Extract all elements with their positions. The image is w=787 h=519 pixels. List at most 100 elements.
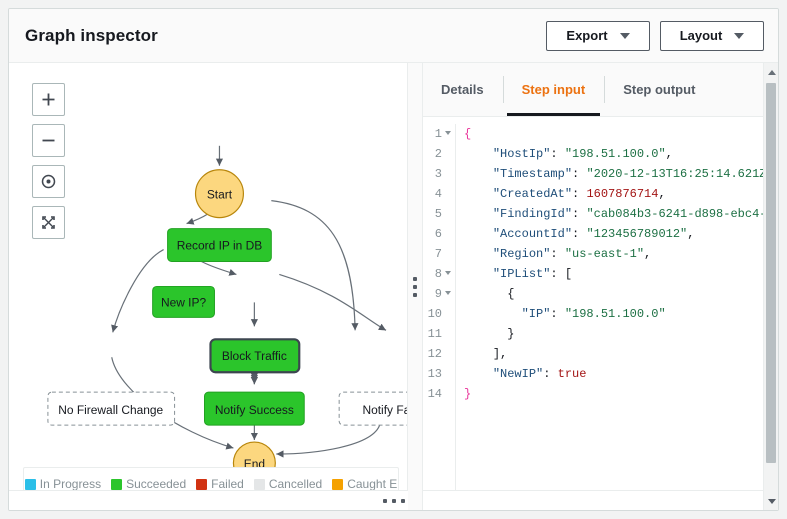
code-line: }: [464, 324, 770, 344]
code-line: {: [464, 284, 770, 304]
code-token: "Region": [492, 247, 551, 261]
graph-node-notify-fail[interactable]: Notify Fail: [338, 391, 407, 426]
code-line: "Region": "us-east-1",: [464, 244, 770, 264]
line-number: 5: [434, 207, 442, 221]
zoom-out-button[interactable]: [32, 124, 65, 157]
fullscreen-button[interactable]: [32, 206, 65, 239]
graph-panel[interactable]: Start Record IP in DB New IP? Block Traf…: [9, 63, 408, 510]
detail-panel: Details Step input Step output 123456789…: [408, 63, 778, 510]
code-token: ,: [687, 227, 695, 241]
legend-item-in-progress: In Progress: [24, 477, 102, 491]
graph-node-notify-success[interactable]: Notify Success: [204, 391, 305, 426]
tab-step-output[interactable]: Step output: [604, 63, 714, 116]
target-icon: [41, 174, 56, 189]
code-token: :: [550, 267, 565, 281]
graph-node-start[interactable]: Start: [194, 169, 245, 219]
fold-toggle-icon[interactable]: [445, 291, 451, 295]
code-viewer[interactable]: 1 2 3 4 5 6 7 8 9 10 11 12 13 14 { "HostIp": "198.51.…: [422, 117, 770, 510]
code-token: :: [572, 207, 587, 221]
fold-toggle-icon[interactable]: [445, 131, 451, 135]
legend-item-failed: Failed: [196, 477, 244, 491]
legend-label: In Progress: [39, 477, 102, 491]
code-token: "Timestamp": [492, 167, 573, 181]
drag-handle-icon: [413, 277, 417, 297]
line-number: 3: [434, 167, 442, 181]
zoom-in-button[interactable]: [32, 83, 65, 116]
code-token: "IPList": [492, 267, 551, 281]
tab-step-input[interactable]: Step input: [502, 63, 605, 116]
fold-toggle-icon[interactable]: [445, 271, 451, 275]
code-token: "FindingId": [492, 207, 573, 221]
code-token: [: [564, 267, 573, 281]
line-number: 14: [427, 387, 442, 401]
code-token: 1607876714: [586, 187, 659, 201]
code-line: ],: [464, 344, 770, 364]
graph-inspector-window: Graph inspector Export Layout Start Reco…: [8, 8, 779, 511]
graph-node-new-ip[interactable]: New IP?: [152, 285, 215, 318]
code-token: ],: [492, 347, 508, 361]
export-button[interactable]: Export: [546, 20, 650, 51]
code-token: {: [464, 127, 472, 141]
triangle-up-icon: [767, 70, 776, 75]
workflow-graph[interactable]: Start Record IP in DB New IP? Block Traf…: [9, 63, 407, 510]
code-line: "FindingId": "cab084b3-6241-d898-ebc4-8a…: [464, 204, 770, 224]
scroll-down-button[interactable]: [764, 494, 778, 509]
code-line: }: [464, 384, 770, 404]
graph-node-record-ip[interactable]: Record IP in DB: [167, 228, 272, 262]
code-token: "NewIP": [492, 367, 544, 381]
graph-node-label: Start: [207, 188, 233, 202]
code-token: "198.51.100.0": [564, 147, 666, 161]
legend-swatch: [253, 478, 265, 490]
chevron-down-icon: [734, 32, 745, 39]
zoom-controls: [32, 83, 65, 239]
line-number: 7: [434, 247, 442, 261]
line-number: 12: [427, 347, 442, 361]
graph-node-no-firewall-change[interactable]: No Firewall Change: [47, 391, 176, 426]
panel-splitter-horizontal[interactable]: [9, 490, 778, 510]
tab-details[interactable]: Details: [422, 63, 503, 116]
code-token: "cab084b3-6241-d898-ebc4-8a04d4a8: [586, 207, 770, 221]
layout-button[interactable]: Layout: [660, 20, 764, 51]
header-actions: Export Layout: [546, 20, 764, 51]
code-token: "CreatedAt": [492, 187, 573, 201]
body: Start Record IP in DB New IP? Block Traf…: [9, 63, 778, 510]
detail-tabs: Details Step input Step output: [408, 63, 778, 117]
line-number: 9: [422, 284, 451, 304]
code-token: "123456789012": [586, 227, 688, 241]
legend-swatch: [24, 478, 36, 490]
code-token: :: [550, 147, 565, 161]
plus-icon: [42, 93, 55, 106]
code-token: "2020-12-13T16:25:14.621Z": [586, 167, 770, 181]
legend-label: Succeeded: [126, 477, 187, 491]
code-token: ,: [658, 187, 666, 201]
code-token: }: [464, 387, 472, 401]
code-content[interactable]: { "HostIp": "198.51.100.0", "Timestamp":…: [456, 124, 770, 510]
panel-splitter-vertical[interactable]: [408, 63, 423, 510]
detail-vertical-scrollbar[interactable]: [763, 63, 778, 510]
code-token: "us-east-1": [564, 247, 645, 261]
minus-icon: [42, 139, 55, 142]
graph-node-block-traffic[interactable]: Block Traffic: [209, 338, 301, 374]
line-number: 2: [434, 147, 442, 161]
header: Graph inspector Export Layout: [9, 9, 778, 63]
graph-node-label: Notify Fail: [362, 403, 407, 417]
expand-icon: [42, 216, 55, 229]
code-token: "AccountId": [492, 227, 573, 241]
scroll-up-button[interactable]: [764, 65, 778, 80]
center-graph-button[interactable]: [32, 165, 65, 198]
code-token: :: [572, 227, 587, 241]
scrollbar-thumb[interactable]: [766, 83, 776, 463]
graph-node-label: New IP?: [161, 295, 207, 309]
code-line: "IP": "198.51.100.0": [464, 304, 770, 324]
code-token: "IP": [521, 307, 551, 321]
graph-node-label: Block Traffic: [222, 349, 287, 363]
legend-item-caught-error: Caught E: [332, 477, 397, 491]
